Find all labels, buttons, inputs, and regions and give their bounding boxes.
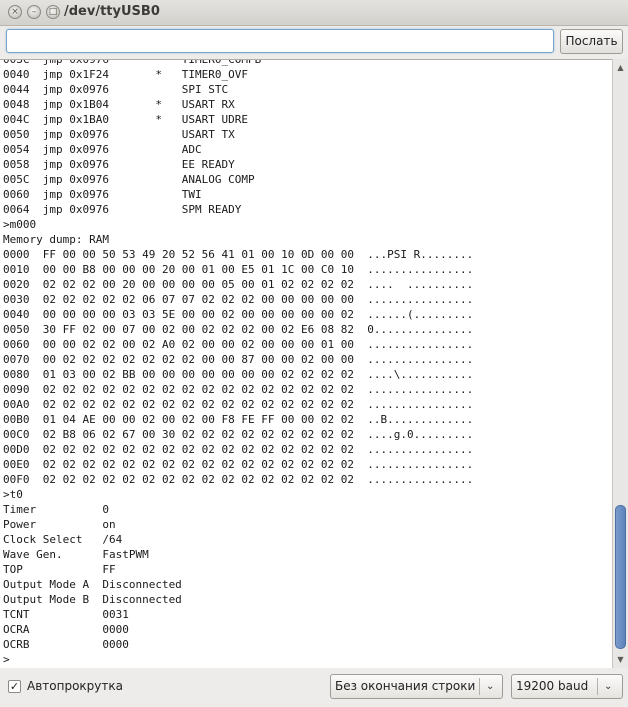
maximize-icon: □: [48, 7, 58, 17]
send-button[interactable]: Послать: [560, 29, 623, 54]
vertical-scrollbar[interactable]: ▲ ▼: [612, 59, 628, 668]
chevron-down-icon: ⌄: [604, 681, 613, 692]
console-line: OCRB 0000: [3, 638, 129, 651]
console-line: Power on: [3, 518, 116, 531]
console-line: Clock Select /64: [3, 533, 123, 546]
console-line: TOP FF: [3, 563, 116, 576]
console-line: 00D0 02 02 02 02 02 02 02 02 02 02 02 02…: [3, 443, 474, 456]
console-line: >t0: [3, 488, 23, 501]
console-line: 0040 00 00 00 00 03 03 5E 00 00 02 00 00…: [3, 308, 474, 321]
serial-output-text: 003C jmp 0x0976 TIMER0_COMPB 0040 jmp 0x1…: [3, 59, 474, 667]
console-line: 0060 jmp 0x0976 TWI: [3, 188, 202, 201]
baud-rate-select[interactable]: 19200 baud ⌄: [511, 674, 623, 699]
combo-separator: [597, 678, 598, 695]
line-ending-value: Без окончания строки: [335, 679, 476, 693]
minimize-window-button[interactable]: –: [27, 5, 41, 19]
console-line: 0054 jmp 0x0976 ADC: [3, 143, 202, 156]
console-line: 00E0 02 02 02 02 02 02 02 02 02 02 02 02…: [3, 458, 474, 471]
bottom-bar: ✓ Автопрокрутка Без окончания строки ⌄ 1…: [0, 668, 628, 707]
minimize-icon: –: [31, 7, 37, 17]
console-line: 0080 01 03 00 02 BB 00 00 00 00 00 00 00…: [3, 368, 474, 381]
console-line: 0020 02 02 02 00 20 00 00 00 00 05 00 01…: [3, 278, 474, 291]
console-line: 0064 jmp 0x0976 SPM READY: [3, 203, 242, 216]
console-line: >m000: [3, 218, 37, 231]
console-line: 0050 jmp 0x0976 USART TX: [3, 128, 235, 141]
console-line: Output Mode B Disconnected: [3, 593, 182, 606]
console-line: Memory dump: RAM: [3, 233, 109, 246]
close-icon: ×: [11, 7, 19, 17]
line-ending-select[interactable]: Без окончания строки ⌄: [330, 674, 503, 699]
console-line: 0060 00 00 02 02 00 02 A0 02 00 00 02 00…: [3, 338, 474, 351]
serial-output[interactable]: 003C jmp 0x0976 TIMER0_COMPB 0040 jmp 0x1…: [0, 59, 612, 668]
close-window-button[interactable]: ×: [8, 5, 22, 19]
console-line: 003C jmp 0x0976 TIMER0_COMPB: [3, 59, 262, 66]
console-line: TCNT 0031: [3, 608, 129, 621]
console-line: 0010 00 00 B8 00 00 00 20 00 01 00 E5 01…: [3, 263, 474, 276]
console-line: 0090 02 02 02 02 02 02 02 02 02 02 02 02…: [3, 383, 474, 396]
console-line: Wave Gen. FastPWM: [3, 548, 149, 561]
console-line: 0030 02 02 02 02 02 06 07 07 02 02 02 00…: [3, 293, 474, 306]
baud-rate-value: 19200 baud: [516, 679, 589, 693]
window-titlebar: × – □ /dev/ttyUSB0: [0, 0, 628, 26]
window-title: /dev/ttyUSB0: [64, 4, 160, 19]
console-line: 0044 jmp 0x0976 SPI STC: [3, 83, 229, 96]
console-line: OCRA 0000: [3, 623, 129, 636]
console-line: 005C jmp 0x0976 ANALOG COMP: [3, 173, 255, 186]
console-line: 0070 00 02 02 02 02 02 02 02 00 00 87 00…: [3, 353, 474, 366]
console-line: 004C jmp 0x1BA0 * USART UDRE: [3, 113, 249, 126]
console-line: 00F0 02 02 02 02 02 02 02 02 02 02 02 02…: [3, 473, 474, 486]
console-line: >: [3, 653, 10, 666]
send-row: Послать: [0, 26, 628, 58]
console-line: 0048 jmp 0x1B04 * USART RX: [3, 98, 235, 111]
autoscroll-checkbox[interactable]: ✓: [8, 680, 21, 693]
console-line: 00B0 01 04 AE 00 00 02 00 02 00 F8 FE FF…: [3, 413, 474, 426]
console-line: 00A0 02 02 02 02 02 02 02 02 02 02 02 02…: [3, 398, 474, 411]
console-line: 0058 jmp 0x0976 EE READY: [3, 158, 235, 171]
scrollbar-thumb[interactable]: [615, 505, 626, 649]
console-line: 0040 jmp 0x1F24 * TIMER0_OVF: [3, 68, 249, 81]
console-line: 00C0 02 B8 06 02 67 00 30 02 02 02 02 02…: [3, 428, 474, 441]
maximize-window-button[interactable]: □: [46, 5, 60, 19]
console-line: Output Mode A Disconnected: [3, 578, 182, 591]
console-line: 0000 FF 00 00 50 53 49 20 52 56 41 01 00…: [3, 248, 474, 261]
console-line: 0050 30 FF 02 00 07 00 02 00 02 02 02 00…: [3, 323, 474, 336]
console-line: Timer 0: [3, 503, 109, 516]
checkmark-icon: ✓: [9, 680, 20, 693]
combo-separator: [479, 678, 480, 695]
chevron-down-icon: ⌄: [486, 681, 495, 692]
autoscroll-label[interactable]: Автопрокрутка: [27, 679, 123, 693]
send-input[interactable]: [6, 29, 554, 53]
scroll-up-icon[interactable]: ▲: [613, 61, 628, 75]
scroll-down-icon[interactable]: ▼: [613, 653, 628, 667]
